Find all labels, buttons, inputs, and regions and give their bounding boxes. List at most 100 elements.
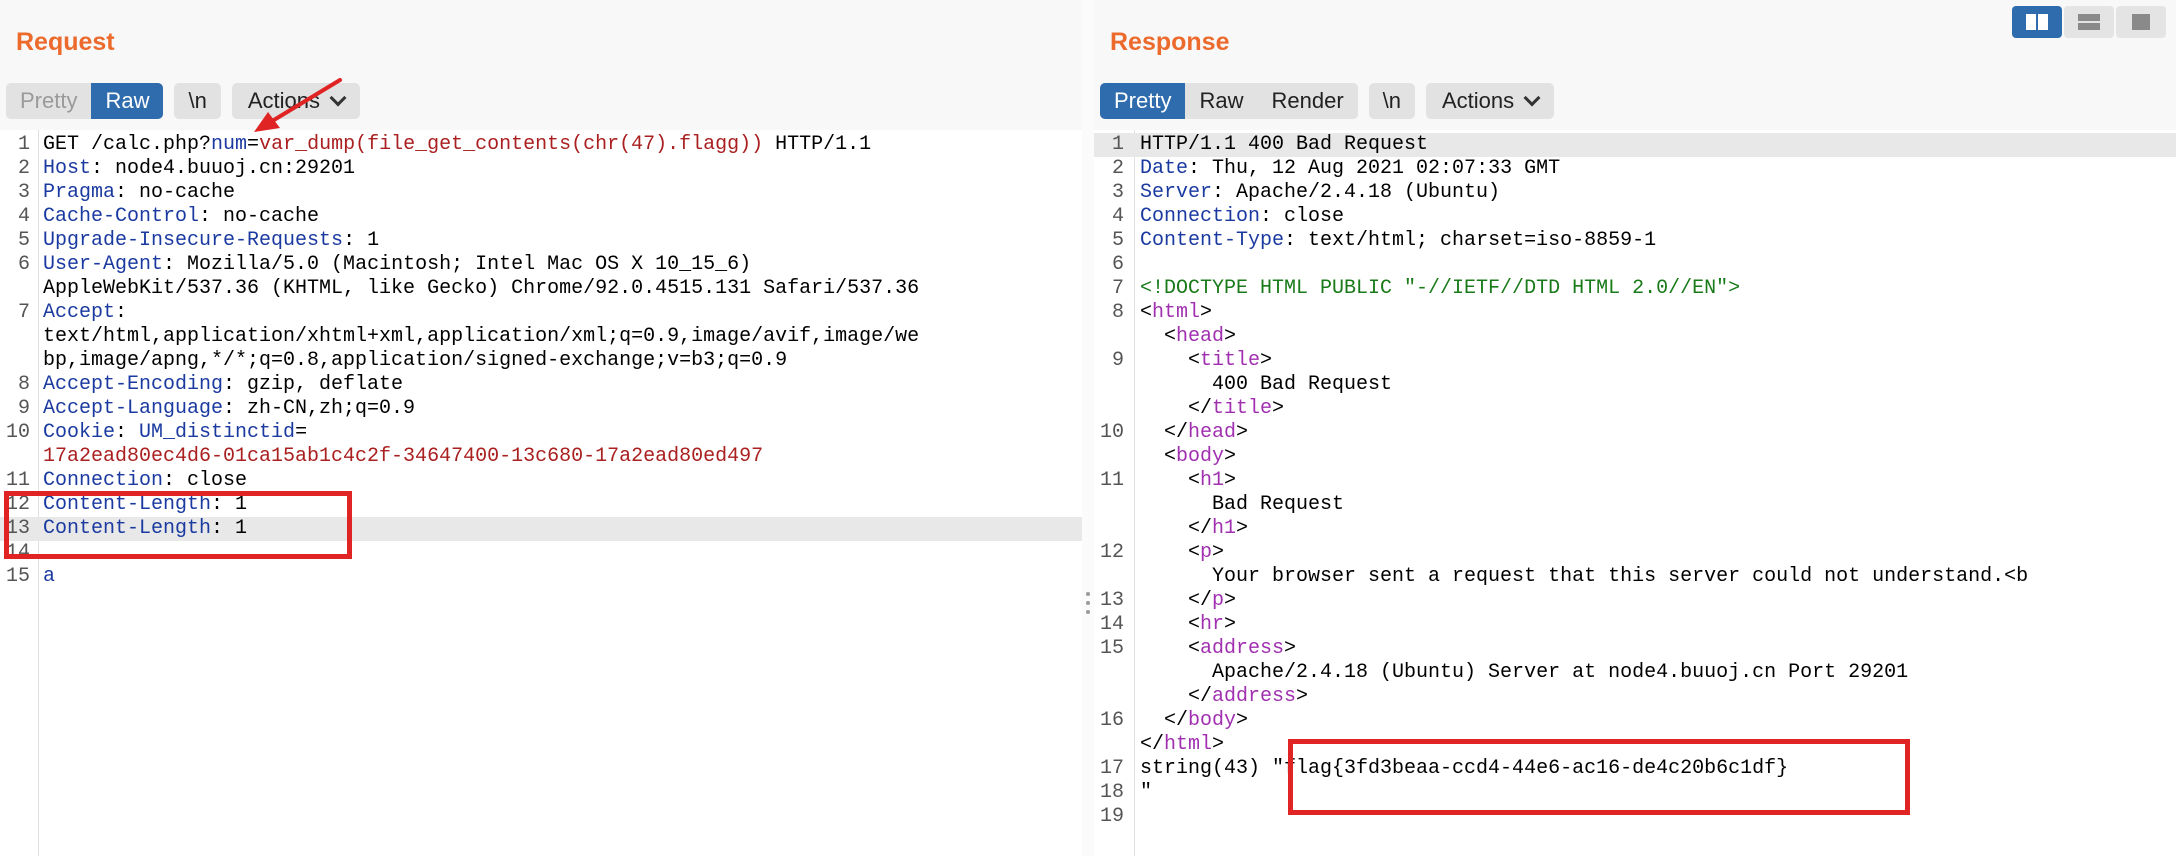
line-number: 8 [17,373,30,396]
code-token: </ [1140,709,1189,732]
code-token: Connection [1140,205,1261,228]
code-text: <address> [1140,637,1296,661]
code-token: </ [1140,397,1213,420]
code-token: : 1 [343,229,380,252]
code-token: : node4.buuoj.cn:29201 [91,157,356,180]
line-number: 6 [1111,253,1124,276]
code-text: <body> [1140,445,1236,469]
code-token: var_dump(file_get_contents(chr(47).flagg… [259,133,764,156]
line-number: 6 [17,253,30,276]
code-token: User-Agent [43,253,164,276]
response-line: Your browser sent a request that this se… [1094,565,2176,589]
pane-splitter[interactable] [1082,0,1094,856]
single-pane-icon[interactable] [2116,6,2166,38]
code-text: AppleWebKit/537.36 (KHTML, like Gecko) C… [43,277,919,301]
code-token: html [1152,301,1201,324]
request-view-toggle: Pretty Raw [6,83,164,119]
response-actions-label: Actions [1442,88,1515,113]
response-line: 13 </p> [1094,589,2176,613]
response-line: </address> [1094,685,2176,709]
request-line: 17a2ead80ec4d6-01ca15ab1c4c2f-34647400-1… [0,445,1082,469]
code-text: <title> [1140,349,1272,373]
code-text: Host: node4.buuoj.cn:29201 [43,157,355,181]
response-pretty-tab[interactable]: Pretty [1100,83,1186,119]
code-token: < [1140,541,1201,564]
response-actions-button[interactable]: Actions [1426,83,1555,119]
response-line: Apache/2.4.18 (Ubuntu) Server at node4.b… [1094,661,2176,685]
code-token: > [1224,445,1237,468]
code-token: a [43,565,56,588]
request-line: 7 Accept: [0,301,1082,325]
response-line: 9 <title> [1094,349,2176,373]
code-token: : no-cache [115,181,236,204]
code-token: < [1140,637,1201,660]
request-title: Request [16,28,115,56]
code-text: <html> [1140,301,1212,325]
annotation-box-flag [1288,739,1910,815]
code-text: Your browser sent a request that this se… [1140,565,2028,589]
code-text: a [43,565,55,589]
layout-switch [2012,6,2166,38]
code-text: </address> [1140,685,1308,709]
line-number: 4 [1111,205,1124,228]
code-token: address [1200,637,1285,660]
response-line: <body> [1094,445,2176,469]
line-number: 14 [1099,613,1124,636]
code-text: GET /calc.php?num=var_dump(file_get_cont… [43,133,871,157]
line-number: 2 [17,157,30,180]
code-token: < [1140,325,1177,348]
code-text: Accept: [43,301,127,325]
code-token: : close [1260,205,1345,228]
code-token: h1 [1200,469,1225,492]
code-token: > [1272,397,1285,420]
line-number: 4 [17,205,30,228]
response-line: </h1> [1094,517,2176,541]
code-token: < [1140,349,1201,372]
request-raw-tab[interactable]: Raw [91,83,164,119]
line-number: 3 [1111,181,1124,204]
response-line: 16 </body> [1094,709,2176,733]
code-token: > [1284,637,1297,660]
code-token: p [1212,589,1225,612]
code-text: </body> [1140,709,1248,733]
request-line: 6 User-Agent: Mozilla/5.0 (Macintosh; Int… [0,253,1082,277]
request-line: 8 Accept-Encoding: gzip, deflate [0,373,1082,397]
response-newline-toggle[interactable]: \n [1368,83,1415,119]
response-line: 14 <hr> [1094,613,2176,637]
code-text: </p> [1140,589,1236,613]
code-text: HTTP/1.1 400 Bad Request [1140,133,1428,157]
split-horizontal-icon[interactable] [2012,6,2062,38]
code-token: head [1176,325,1225,348]
code-text: <!DOCTYPE HTML PUBLIC "-//IETF//DTD HTML… [1140,277,1740,301]
code-text: <h1> [1140,469,1236,493]
code-token: address [1212,685,1297,708]
response-line: 11 <h1> [1094,469,2176,493]
code-text: bp,image/apng,*/*;q=0.8,application/sign… [43,349,787,373]
request-header: Request Pretty Raw \n Actions [0,0,1082,130]
code-token: = [295,421,308,444]
request-pretty-tab[interactable]: Pretty [6,83,92,119]
code-token: : gzip, deflate [223,373,404,396]
code-token: Accept [43,301,116,324]
request-line: 5 Upgrade-Insecure-Requests: 1 [0,229,1082,253]
split-vertical-icon[interactable] [2064,6,2114,38]
request-line: AppleWebKit/537.36 (KHTML, like Gecko) C… [0,277,1082,301]
code-token: body [1188,709,1237,732]
response-raw-tab[interactable]: Raw [1185,83,1258,119]
request-line: 11 Connection: close [0,469,1082,493]
request-line: 2 Host: node4.buuoj.cn:29201 [0,157,1082,181]
line-number: 1 [17,133,30,156]
response-toolbar: Pretty Raw Render \n Actions [1100,83,1555,119]
request-newline-toggle[interactable]: \n [174,83,221,119]
line-number: 8 [1111,301,1124,324]
code-token: 17a2ead80ec4d6-01ca15ab1c4c2f-34647400-1… [43,445,764,468]
code-token: > [1296,685,1309,708]
line-number: 13 [1099,589,1124,612]
code-token: > [1200,301,1213,324]
line-number: 10 [5,421,30,444]
code-text: 17a2ead80ec4d6-01ca15ab1c4c2f-34647400-1… [43,445,763,469]
code-text: Apache/2.4.18 (Ubuntu) Server at node4.b… [1140,661,1908,685]
line-number: 7 [1111,277,1124,300]
response-render-tab[interactable]: Render [1257,83,1358,119]
code-token: Bad Request [1140,493,1345,516]
